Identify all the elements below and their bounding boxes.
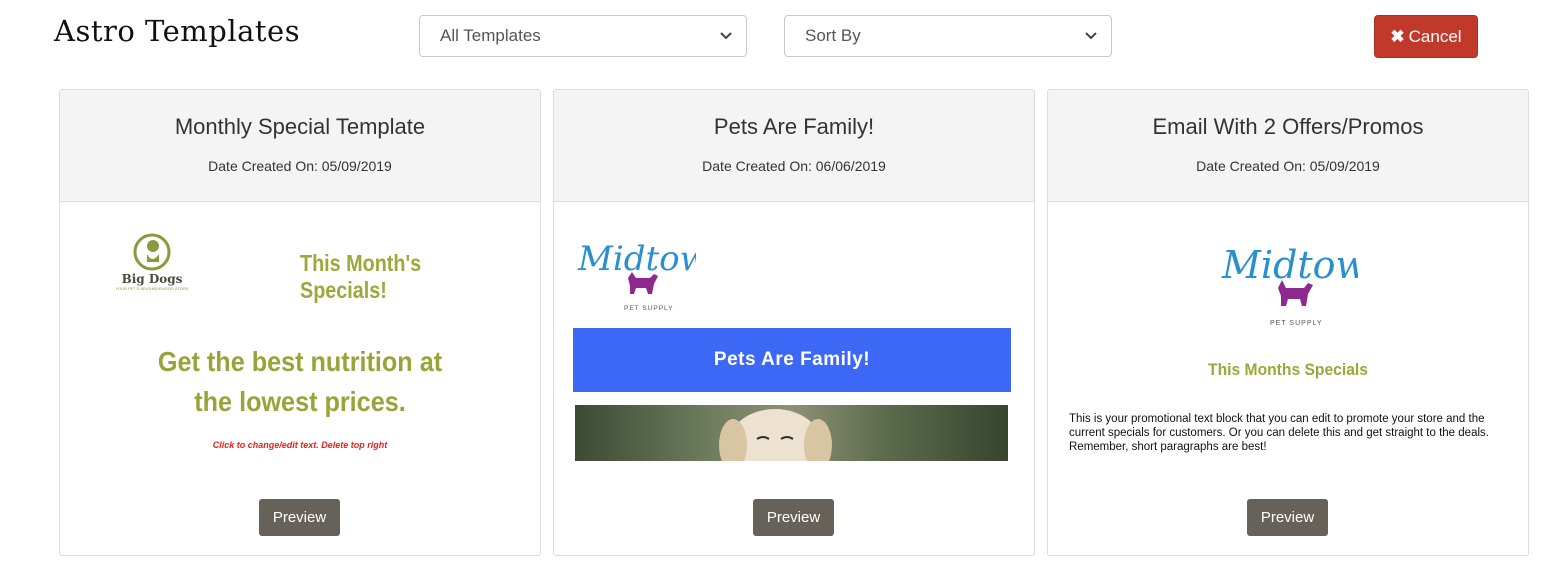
- template-title: Email With 2 Offers/Promos: [1152, 114, 1424, 139]
- preview-button[interactable]: Preview: [753, 499, 834, 536]
- headline-line: Get the best nutrition at: [157, 346, 443, 377]
- template-card[interactable]: Pets Are Family! Date Created On: 06/06/…: [553, 89, 1035, 556]
- template-title: Pets Are Family!: [713, 114, 875, 139]
- logo-sub: PET SUPPLY: [624, 305, 674, 312]
- chevron-down-icon: [720, 32, 732, 40]
- logo-sub: PET SUPPLY: [1270, 320, 1323, 327]
- sort-select[interactable]: Sort By: [784, 15, 1112, 57]
- close-icon: ✖: [1390, 26, 1405, 46]
- specials-heading: This Month's Specials!: [300, 250, 422, 303]
- chevron-down-icon: [1085, 32, 1097, 40]
- date-created: Date Created On: 06/06/2019: [702, 158, 886, 174]
- banner: Pets Are Family!: [573, 328, 1011, 392]
- logo-name: Big Dogs: [121, 272, 183, 286]
- sort-select-value: Sort By: [805, 26, 861, 45]
- promo-text: This is your promotional text block that…: [1069, 413, 1489, 453]
- headline-line: the lowest prices.: [194, 386, 406, 417]
- specials-heading: This Months Specials: [1208, 360, 1368, 379]
- logo-name: Midtown: [1221, 243, 1358, 287]
- date-created: Date Created On: 05/09/2019: [208, 158, 392, 174]
- template-thumbnail: Big Dogs YOUR PET'S NEIGHBORHOOD STORE T…: [60, 202, 540, 555]
- preview-button[interactable]: Preview: [259, 499, 340, 536]
- promo-headline: Get the best nutrition at the lowest pri…: [120, 342, 480, 422]
- card-header: Email With 2 Offers/Promos Date Created …: [1048, 90, 1528, 202]
- preview-button[interactable]: Preview: [1247, 499, 1328, 536]
- template-thumbnail: Midtown PET SUPPLY Pets Are Family!: [554, 202, 1034, 555]
- logo-tagline: YOUR PET'S NEIGHBORHOOD STORE: [115, 286, 189, 291]
- template-card[interactable]: Email With 2 Offers/Promos Date Created …: [1047, 89, 1529, 556]
- template-card[interactable]: Monthly Special Template Date Created On…: [59, 89, 541, 556]
- logo-name: Midtown: [577, 239, 696, 279]
- card-header: Pets Are Family! Date Created On: 06/06/…: [554, 90, 1034, 202]
- dog-photo: [575, 405, 1008, 461]
- edit-note: Click to change/edit text. Delete top ri…: [212, 440, 388, 450]
- big-dogs-logo: Big Dogs YOUR PET'S NEIGHBORHOOD STORE: [102, 232, 202, 294]
- template-filter-select[interactable]: All Templates: [419, 15, 747, 57]
- midtown-logo: Midtown PET SUPPLY: [577, 239, 696, 312]
- template-thumbnail: Midtown PET SUPPLY This Months Specials …: [1048, 202, 1528, 555]
- midtown-logo: Midtown PET SUPPLY: [1221, 243, 1358, 327]
- date-created: Date Created On: 05/09/2019: [1196, 158, 1380, 174]
- dog-logo-icon: [133, 233, 171, 271]
- card-header: Monthly Special Template Date Created On…: [60, 90, 540, 202]
- template-title: Monthly Special Template: [174, 114, 426, 139]
- cancel-button[interactable]: ✖ Cancel: [1374, 15, 1478, 58]
- cancel-label: Cancel: [1408, 26, 1462, 46]
- filter-select-value: All Templates: [440, 26, 541, 45]
- page-title: Astro Templates: [54, 14, 301, 48]
